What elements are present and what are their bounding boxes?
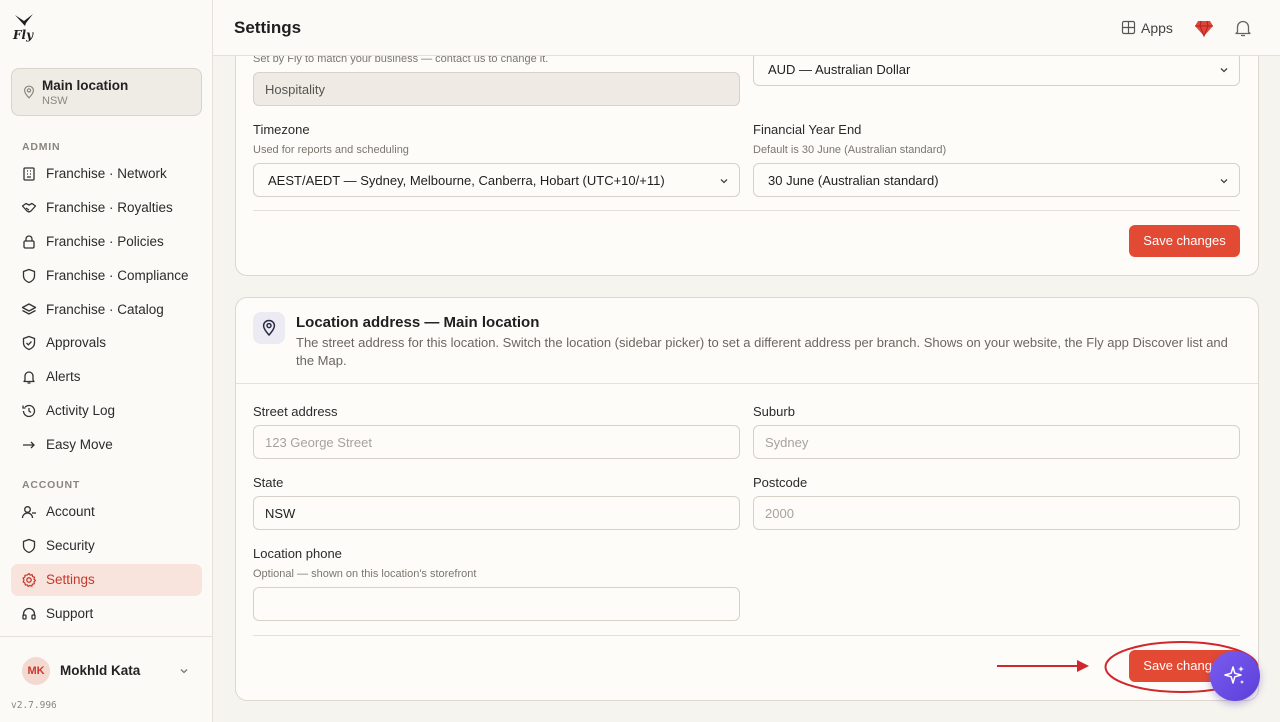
shield-check-icon xyxy=(22,335,36,351)
timezone-select[interactable]: AEST/AEDT — Sydney, Melbourne, Canberra,… xyxy=(253,163,740,197)
gem-icon[interactable] xyxy=(1194,18,1214,38)
sidebar-item-settings[interactable]: Settings xyxy=(11,564,202,596)
svg-text:Fly: Fly xyxy=(12,28,34,42)
user-name: Mokhld Kata xyxy=(60,663,141,678)
sidebar-item-franchise-network[interactable]: Franchise · Network xyxy=(11,158,202,190)
sidebar-item-account[interactable]: Account xyxy=(11,496,202,528)
industry-field: Hospitality xyxy=(253,72,740,106)
postcode-input[interactable]: 2000 xyxy=(753,496,1240,530)
map-pin-icon xyxy=(23,85,35,99)
layers-icon xyxy=(21,303,37,315)
topbar: Settings Apps xyxy=(213,0,1280,56)
location-address-icon-box xyxy=(253,312,285,344)
location-phone-input[interactable] xyxy=(253,587,740,621)
app-version: v2.7.996 xyxy=(11,700,57,711)
sidebar-item-activity-log[interactable]: Activity Log xyxy=(11,395,202,427)
location-state: NSW xyxy=(42,95,68,107)
chevron-down-icon xyxy=(720,179,728,184)
currency-select[interactable]: AUD — Australian Dollar xyxy=(753,52,1240,86)
postcode-label: Postcode xyxy=(753,475,808,490)
location-address-description: The street address for this location. Sw… xyxy=(296,335,1228,368)
fly-logo[interactable]: Fly xyxy=(12,12,38,42)
timezone-label: Timezone xyxy=(253,122,310,137)
arrow-right-icon xyxy=(23,441,35,449)
location-phone-label: Location phone xyxy=(253,546,342,561)
state-input[interactable]: NSW xyxy=(253,496,740,530)
sidebar-item-alerts[interactable]: Alerts xyxy=(11,361,202,393)
lock-icon xyxy=(23,235,35,249)
divider xyxy=(253,635,1240,636)
suburb-label: Suburb xyxy=(753,404,795,419)
sidebar-item-security[interactable]: Security xyxy=(11,530,202,562)
annotation-arrow xyxy=(997,660,1089,672)
building-icon xyxy=(23,167,35,181)
grid-icon xyxy=(1121,20,1136,35)
bell-icon xyxy=(23,371,35,384)
location-picker[interactable]: Main location NSW xyxy=(11,68,202,116)
financial-year-end-help: Default is 30 June (Australian standard) xyxy=(753,144,947,156)
user-menu[interactable]: MK Mokhld Kata v2.7.996 xyxy=(0,636,213,722)
location-name: Main location xyxy=(42,78,129,93)
ai-assistant-button[interactable] xyxy=(1210,651,1260,701)
sparkles-icon xyxy=(1224,666,1244,684)
page-title: Settings xyxy=(234,18,302,37)
financial-year-end-label: Financial Year End xyxy=(753,122,862,137)
street-address-label: Street address xyxy=(253,404,338,419)
sidebar-item-franchise-royalties[interactable]: Franchise · Royalties xyxy=(11,192,202,224)
user-icon xyxy=(21,506,36,519)
sidebar-item-franchise-compliance[interactable]: Franchise · Compliance xyxy=(11,260,202,292)
timezone-help: Used for reports and scheduling xyxy=(253,144,409,156)
location-phone-help: Optional — shown on this location's stor… xyxy=(253,568,477,580)
location-address-title: Location address — Main location xyxy=(296,314,540,331)
divider xyxy=(236,383,1258,384)
shield-icon xyxy=(22,538,36,554)
headset-icon xyxy=(22,607,36,620)
map-pin-icon xyxy=(262,319,276,337)
sidebar-item-easy-move[interactable]: Easy Move xyxy=(11,429,202,461)
sidebar-item-approvals[interactable]: Approvals xyxy=(11,327,202,359)
gear-icon xyxy=(22,572,37,588)
chevron-down-icon xyxy=(180,669,188,674)
history-icon xyxy=(22,404,36,418)
suburb-input[interactable]: Sydney xyxy=(753,425,1240,459)
account-section-label: ACCOUNT xyxy=(22,479,81,491)
handshake-icon xyxy=(21,202,37,213)
sidebar-item-support[interactable]: Support xyxy=(11,598,202,630)
admin-section-label: ADMIN xyxy=(22,141,61,153)
divider xyxy=(253,210,1240,211)
avatar: MK xyxy=(22,657,50,685)
save-business-settings-button[interactable]: Save changes xyxy=(1129,225,1240,257)
shield-icon xyxy=(22,268,36,284)
sidebar-item-franchise-policies[interactable]: Franchise · Policies xyxy=(11,226,202,258)
chevron-down-icon xyxy=(1220,179,1228,184)
chevron-down-icon xyxy=(1220,68,1228,73)
sidebar: Fly Main location NSW ADMIN Franchise · … xyxy=(0,0,213,722)
notifications-bell-icon[interactable] xyxy=(1234,18,1252,38)
sidebar-item-franchise-catalog[interactable]: Franchise · Catalog xyxy=(11,294,202,326)
financial-year-end-select[interactable]: 30 June (Australian standard) xyxy=(753,163,1240,197)
street-address-input[interactable]: 123 George Street xyxy=(253,425,740,459)
state-label: State xyxy=(253,475,284,490)
